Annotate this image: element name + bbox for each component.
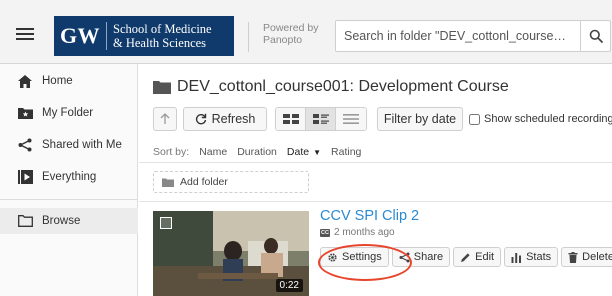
refresh-icon [195, 113, 206, 125]
search-input[interactable] [344, 26, 580, 46]
folder-title-text: DEV_cottonl_course001: Development Cours… [177, 78, 509, 95]
sidebar-item-home[interactable]: Home [0, 68, 138, 94]
toolbar: Refresh Filter by date Show scheduled re… [153, 106, 612, 132]
session-title-link[interactable]: CCV SPI Clip 2 [320, 208, 419, 224]
page-title: DEV_cottonl_course001: Development Cours… [153, 78, 509, 96]
show-scheduled-checkbox[interactable] [469, 113, 480, 125]
sort-bar: Sort by: Name Duration Date ▼ Rating [153, 146, 361, 158]
add-folder-label: Add folder [180, 176, 228, 188]
filter-by-date-button[interactable]: Filter by date [377, 107, 463, 131]
share-icon [16, 138, 34, 152]
session-thumbnail[interactable]: 0:22 [153, 211, 309, 296]
view-detail-button[interactable] [306, 108, 336, 130]
up-folder-button[interactable] [153, 107, 177, 131]
refresh-button[interactable]: Refresh [183, 107, 267, 131]
session-select-checkbox[interactable] [160, 217, 172, 229]
divider [139, 201, 612, 202]
sort-option-duration[interactable]: Duration [237, 146, 277, 158]
session-age: 2 months ago [334, 227, 395, 238]
sort-option-rating[interactable]: Rating [331, 146, 361, 158]
stats-label: Stats [526, 251, 552, 263]
sidebar-divider [0, 199, 138, 200]
sort-label: Sort by: [153, 146, 190, 158]
divider [139, 162, 612, 163]
search-icon [589, 29, 603, 43]
show-scheduled-toggle[interactable]: Show scheduled recordings [469, 113, 612, 125]
trash-icon [568, 251, 578, 263]
view-mode-group [275, 107, 367, 131]
sort-option-date[interactable]: Date [287, 146, 309, 158]
powered-by: Powered by Panopto [248, 22, 318, 52]
stats-button[interactable]: Stats [504, 247, 559, 267]
home-icon [16, 74, 34, 88]
view-grid-button[interactable] [276, 108, 306, 130]
captions-icon: CC [320, 228, 330, 237]
share-button[interactable]: Share [391, 247, 451, 267]
play-icon [16, 170, 34, 184]
refresh-label: Refresh [211, 112, 256, 126]
duration-badge: 0:22 [275, 279, 303, 292]
menu-icon[interactable] [16, 28, 34, 40]
share-icon [399, 252, 410, 263]
delete-label: Delete [582, 251, 612, 263]
search-box [335, 20, 611, 52]
sidebar-item-everything[interactable]: Everything [0, 164, 138, 190]
share-label: Share [413, 251, 444, 263]
bar-chart-icon [511, 252, 522, 263]
edit-button[interactable]: Edit [453, 247, 502, 267]
edit-label: Edit [475, 251, 495, 263]
school-logo[interactable]: GW School of Medicine & Health Sciences [54, 16, 234, 56]
folder-icon [153, 80, 171, 94]
sidebar-item-label: My Folder [42, 107, 94, 119]
folder-add-icon [162, 178, 174, 187]
session-meta: CC 2 months ago [320, 227, 395, 238]
view-list-button[interactable] [336, 108, 366, 130]
main-content: DEV_cottonl_course001: Development Cours… [139, 64, 612, 296]
sidebar-item-label: Shared with Me [42, 139, 122, 151]
sort-option-name[interactable]: Name [199, 146, 227, 158]
sidebar-item-label: Browse [42, 215, 81, 227]
show-scheduled-label: Show scheduled recordings [484, 113, 612, 125]
header: GW School of Medicine & Health Sciences … [0, 0, 612, 64]
logo-mark: GW [59, 23, 101, 48]
add-folder-button[interactable]: Add folder [153, 171, 309, 193]
folder-star-icon [16, 106, 34, 120]
gear-icon [327, 252, 338, 263]
sidebar-item-label: Everything [42, 171, 97, 183]
sort-desc-icon: ▼ [313, 147, 322, 157]
powered-line-1: Powered by [263, 22, 319, 34]
sidebar: Home My Folder Shared with Me Everything [0, 64, 138, 296]
logo-line-1: School of Medicine [113, 22, 212, 36]
sidebar-item-my-folder[interactable]: My Folder [0, 100, 138, 126]
list-view-icon [343, 114, 359, 124]
search-button[interactable] [580, 21, 610, 51]
powered-line-2: Panopto [263, 34, 303, 46]
sidebar-item-label: Home [42, 75, 73, 87]
session-actions: Settings Share Edit Stats Delete [320, 247, 612, 267]
logo-text: School of Medicine & Health Sciences [107, 16, 234, 56]
settings-button[interactable]: Settings [320, 247, 389, 267]
app-window: GW School of Medicine & Health Sciences … [0, 0, 612, 296]
pencil-icon [460, 252, 471, 263]
arrow-up-icon [160, 113, 170, 124]
detail-view-icon [312, 114, 329, 124]
delete-button[interactable]: Delete [561, 247, 612, 267]
sidebar-item-browse[interactable]: Browse [0, 208, 138, 234]
settings-label: Settings [342, 251, 382, 263]
grid-view-icon [282, 114, 299, 124]
sidebar-item-shared-with-me[interactable]: Shared with Me [0, 132, 138, 158]
folder-icon [16, 214, 34, 228]
logo-line-2: & Health Sciences [113, 36, 207, 50]
